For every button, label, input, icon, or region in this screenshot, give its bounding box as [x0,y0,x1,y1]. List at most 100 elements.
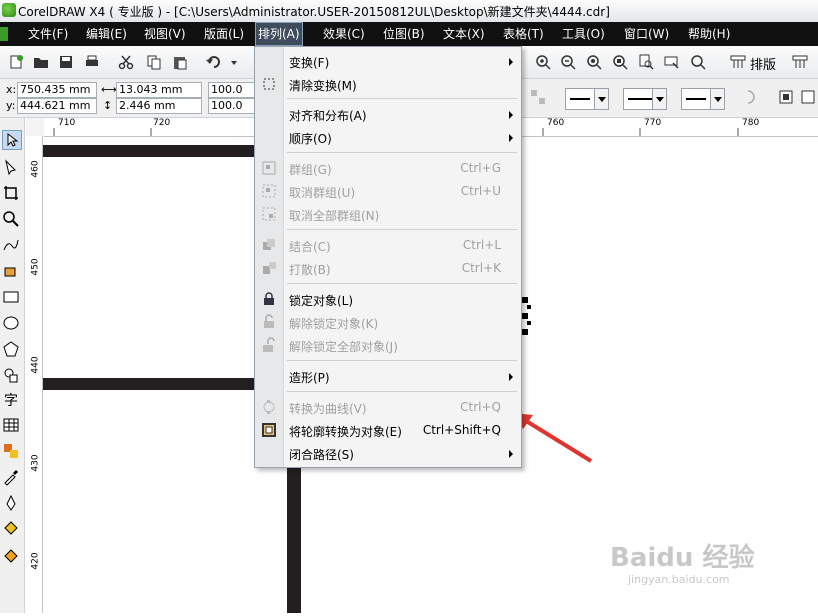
crop-tool-icon[interactable] [2,184,20,202]
open-folder-icon[interactable] [33,54,49,70]
menu-item-order[interactable]: 顺序(O) [255,126,521,149]
ruler-tick-label: 780 [742,118,760,128]
arrange-toolbar-icon[interactable] [730,54,746,70]
line-style-select[interactable] [623,88,667,110]
coreldraw-app-icon [2,3,16,17]
scale-x-field[interactable]: 100.0 [208,82,256,98]
width-icon: ⟷ [101,83,117,96]
height-field[interactable]: 2.446 mm [116,98,202,114]
menu-item-unlock-all-objects[interactable]: 解除锁定全部对象(J) [255,334,521,357]
polygon-tool-icon[interactable] [2,340,20,358]
arrange-toolbar-label[interactable]: 排版 [750,54,776,73]
smart-fill-tool-icon[interactable] [2,262,20,280]
ruler-tick-label: 440 [30,356,41,374]
menu-file[interactable]: 文件(F) [26,22,70,46]
title-bar: CorelDRAW X4 ( 专业版 ) - [C:\Users\Adminis… [0,0,818,23]
zoom-selected-icon[interactable] [586,54,602,70]
menu-text[interactable]: 文本(X) [441,22,487,46]
scale-y-field[interactable]: 100.0 [208,98,256,114]
ruler-tick-label: 430 [30,454,41,472]
menu-bar: 文件(F) 编辑(E) 视图(V) 版面(L) 排列(A) 效果(C) 位图(B… [0,22,818,46]
ruler-origin[interactable] [26,118,44,136]
menu-item-group[interactable]: 群组(G) Ctrl+G [255,157,521,180]
menu-item-ungroup-all[interactable]: 取消全部群组(N) [255,203,521,226]
window-title: CorelDRAW X4 ( 专业版 ) - [C:\Users\Adminis… [18,5,610,19]
y-label: y: [6,99,16,112]
outline-tool-icon[interactable] [2,494,20,512]
zoom-all-icon[interactable] [612,54,628,70]
paste-icon[interactable] [172,54,188,70]
to-back-icon[interactable] [800,89,816,105]
menu-layout[interactable]: 版面(L) [202,22,246,46]
layout-toolbar-icon[interactable] [792,54,808,70]
zoom-tool-icon[interactable] [2,210,20,228]
menu-item-convert-to-curves[interactable]: 转换为曲线(V) Ctrl+Q [255,396,521,419]
text-wrap-icon[interactable] [744,89,760,105]
height-icon: ↕ [103,99,113,112]
menu-window[interactable]: 窗口(W) [622,22,671,46]
x-label: x: [6,83,17,96]
to-front-icon[interactable] [778,89,794,105]
menu-view[interactable]: 视图(V) [142,22,188,46]
fill-tool-icon[interactable] [2,520,20,538]
menu-edit[interactable]: 编辑(E) [84,22,129,46]
pick-tool-icon[interactable] [2,130,22,150]
menu-arrange[interactable]: 排列(A) [255,22,303,46]
ungroup-all-icon [261,206,277,222]
save-icon[interactable] [58,54,74,70]
zoom-out-icon[interactable] [560,54,576,70]
undo-dropdown-icon[interactable] [230,54,238,70]
x-position-field[interactable]: 750.435 mm [17,82,97,98]
freehand-tool-icon[interactable] [2,236,20,254]
menu-effects[interactable]: 效果(C) [321,22,367,46]
menu-item-close-path[interactable]: 闭合路径(S) [255,442,521,465]
ruler-tick-label: 760 [547,118,565,128]
rectangle-tool-icon[interactable] [2,288,20,306]
menu-tools[interactable]: 工具(O) [560,22,607,46]
menu-item-align-distribute[interactable]: 对齐和分布(A) [255,103,521,126]
text-tool-icon[interactable]: 字 [2,390,20,409]
document-icon[interactable] [0,27,8,41]
basic-shapes-tool-icon[interactable] [2,366,20,384]
menu-bitmaps[interactable]: 位图(B) [381,22,427,46]
table-tool-icon[interactable] [2,416,20,434]
menu-item-break-apart[interactable]: 打散(B) Ctrl+K [255,257,521,280]
menu-item-unlock-object[interactable]: 解除锁定对象(K) [255,311,521,334]
interactive-blend-tool-icon[interactable] [2,442,20,460]
ruler-tick-label: 720 [153,118,171,128]
menu-item-outline-to-object[interactable]: 将轮廓转换为对象(E) Ctrl+Shift+Q [255,419,521,442]
menu-item-combine[interactable]: 结合(C) Ctrl+L [255,234,521,257]
ellipse-tool-icon[interactable] [2,314,20,332]
zoom-in-icon[interactable] [535,54,551,70]
menu-item-lock-object[interactable]: 锁定对象(L) [255,288,521,311]
start-arrow-select[interactable] [565,88,609,110]
vertical-ruler[interactable]: 460 450 440 430 420 [26,136,43,613]
mirror-icon[interactable] [530,89,546,105]
zoom-page-icon[interactable] [638,54,654,70]
menu-item-ungroup[interactable]: 取消群组(U) Ctrl+U [255,180,521,203]
copy-icon[interactable] [146,54,162,70]
zoom-width-icon[interactable] [664,54,680,70]
ruler-tick-label: 460 [30,160,41,178]
menu-table[interactable]: 表格(T) [501,22,546,46]
menu-item-clear-transformations[interactable]: 清除变换(M) [255,73,521,96]
menu-help[interactable]: 帮助(H) [686,22,732,46]
combine-icon [261,237,277,253]
zoom-height-icon[interactable] [690,54,706,70]
new-document-icon[interactable] [8,54,24,70]
menu-item-shaping[interactable]: 造形(P) [255,365,521,388]
interactive-fill-tool-icon[interactable] [2,546,20,564]
menu-item-transformations[interactable]: 变换(F) [255,50,521,73]
eyedropper-tool-icon[interactable] [2,468,20,486]
cut-icon[interactable] [118,54,134,70]
print-icon[interactable] [84,54,100,70]
end-arrow-select[interactable] [681,88,725,110]
shape-tool-icon[interactable] [2,158,20,176]
clear-transform-icon [261,76,277,92]
ruler-tick-label: 420 [30,552,41,570]
width-field[interactable]: 13.043 mm [116,82,202,98]
y-position-field[interactable]: 444.621 mm [17,98,97,114]
undo-icon[interactable] [206,54,222,70]
watermark-url: jingyan.baidu.com [628,573,730,586]
arrange-menu: 变换(F) 清除变换(M) 对齐和分布(A) 顺序(O) 群组(G) Ctrl+G… [254,46,522,468]
